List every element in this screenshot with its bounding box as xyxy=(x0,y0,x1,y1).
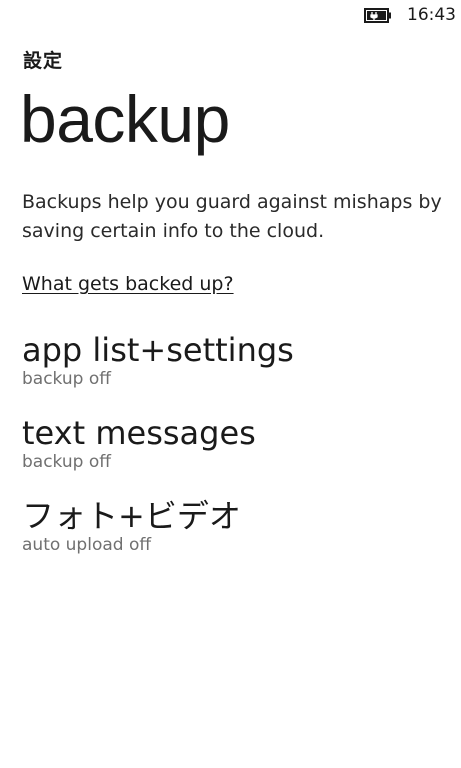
page-title: backup xyxy=(20,82,230,156)
description-text: Backups help you guard against mishaps b… xyxy=(22,191,442,242)
what-gets-backed-up-link[interactable]: What gets backed up? xyxy=(22,271,234,297)
setting-status: backup off xyxy=(22,369,111,389)
setting-title: text messages xyxy=(22,414,256,452)
battery-charging-icon xyxy=(364,8,391,23)
setting-title: フォト+ビデオ xyxy=(22,497,241,535)
setting-text-messages[interactable]: text messages backup off xyxy=(22,413,442,473)
status-bar: 16:43 xyxy=(0,0,461,32)
setting-photos-videos[interactable]: フォト+ビデオ auto upload off xyxy=(22,496,442,556)
clock: 16:43 xyxy=(407,5,456,25)
app-title: 設定 xyxy=(23,50,64,72)
setting-status: auto upload off xyxy=(22,535,152,555)
setting-title: app list+settings xyxy=(22,331,294,369)
setting-status: backup off xyxy=(22,452,111,472)
setting-app-list-settings[interactable]: app list+settings backup off xyxy=(22,330,442,390)
